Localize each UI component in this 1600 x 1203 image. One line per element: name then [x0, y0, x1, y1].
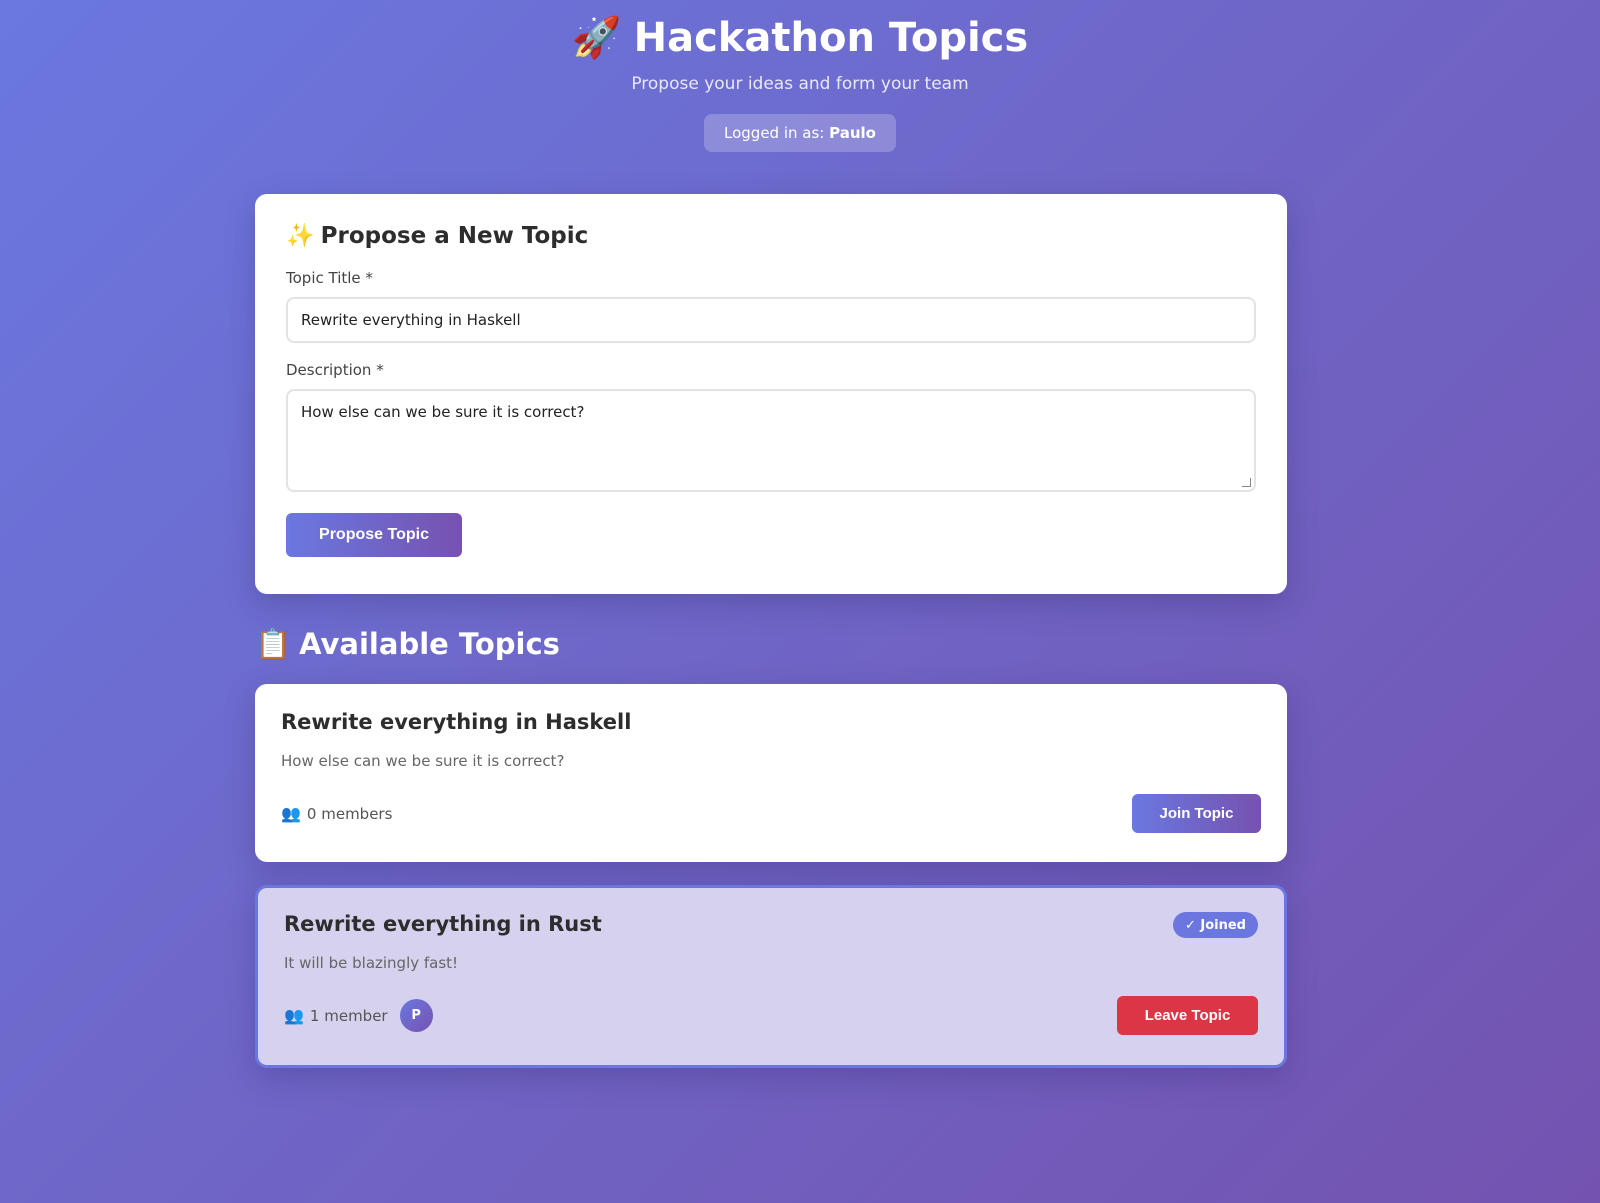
- topic-card-joined: Rewrite everything in Rust ✓ Joined It w…: [255, 885, 1287, 1068]
- topic-footer: 👥 1 member P Leave Topic: [284, 996, 1258, 1035]
- avatar: P: [399, 999, 433, 1032]
- propose-heading-text: Propose a New Topic: [320, 222, 589, 249]
- member-count-text: 1 member: [309, 1006, 388, 1025]
- topic-title-label: Topic Title *: [286, 269, 373, 287]
- logged-in-label: Logged in as:: [724, 124, 825, 142]
- topic-card: Rewrite everything in Haskell How else c…: [255, 684, 1287, 862]
- main-content: ✨ Propose a New Topic Topic Title * Rewr…: [255, 194, 1287, 1068]
- propose-heading: ✨ Propose a New Topic: [286, 222, 1256, 250]
- page-subtitle: Propose your ideas and form your team: [631, 74, 969, 94]
- description-value: How else can we be sure it is correct?: [301, 403, 585, 421]
- description-label: Description *: [286, 361, 384, 379]
- leave-topic-button[interactable]: Leave Topic: [1117, 996, 1258, 1035]
- member-count: 👥 1 member P: [284, 999, 433, 1032]
- propose-topic-card: ✨ Propose a New Topic Topic Title * Rewr…: [255, 194, 1287, 594]
- resize-handle[interactable]: [1242, 478, 1251, 487]
- rocket-icon: 🚀: [571, 15, 622, 61]
- topic-title: Rewrite everything in Haskell: [281, 710, 632, 734]
- clipboard-icon: 📋: [255, 626, 292, 661]
- joined-badge: ✓ Joined: [1172, 912, 1258, 938]
- topic-title: Rewrite everything in Rust: [284, 912, 602, 936]
- page-header: 🚀 Hackathon Topics Propose your ideas an…: [0, 0, 1600, 152]
- username: Paulo: [829, 124, 876, 142]
- topic-title-input[interactable]: Rewrite everything in Haskell: [286, 297, 1256, 343]
- topic-description: It will be blazingly fast!: [284, 954, 459, 972]
- logged-in-badge: Logged in as: Paulo: [704, 114, 896, 152]
- people-icon: 👥: [284, 1006, 304, 1025]
- join-topic-button[interactable]: Join Topic: [1132, 794, 1261, 833]
- available-topics-heading-text: Available Topics: [299, 627, 560, 661]
- page-title: 🚀 Hackathon Topics: [0, 10, 1600, 66]
- sparkles-icon: ✨: [286, 223, 315, 249]
- propose-topic-button[interactable]: Propose Topic: [286, 513, 462, 557]
- available-topics-heading: 📋 Available Topics: [255, 626, 1287, 662]
- topic-title-value: Rewrite everything in Haskell: [301, 311, 521, 329]
- member-count-text: 0 members: [306, 804, 393, 823]
- topic-footer: 👥 0 members Join Topic: [281, 794, 1261, 833]
- member-count: 👥 0 members: [281, 804, 392, 823]
- page-title-text: Hackathon Topics: [633, 15, 1029, 61]
- description-textarea[interactable]: How else can we be sure it is correct?: [286, 389, 1256, 492]
- people-icon: 👥: [281, 804, 301, 823]
- topic-description: How else can we be sure it is correct?: [281, 752, 565, 770]
